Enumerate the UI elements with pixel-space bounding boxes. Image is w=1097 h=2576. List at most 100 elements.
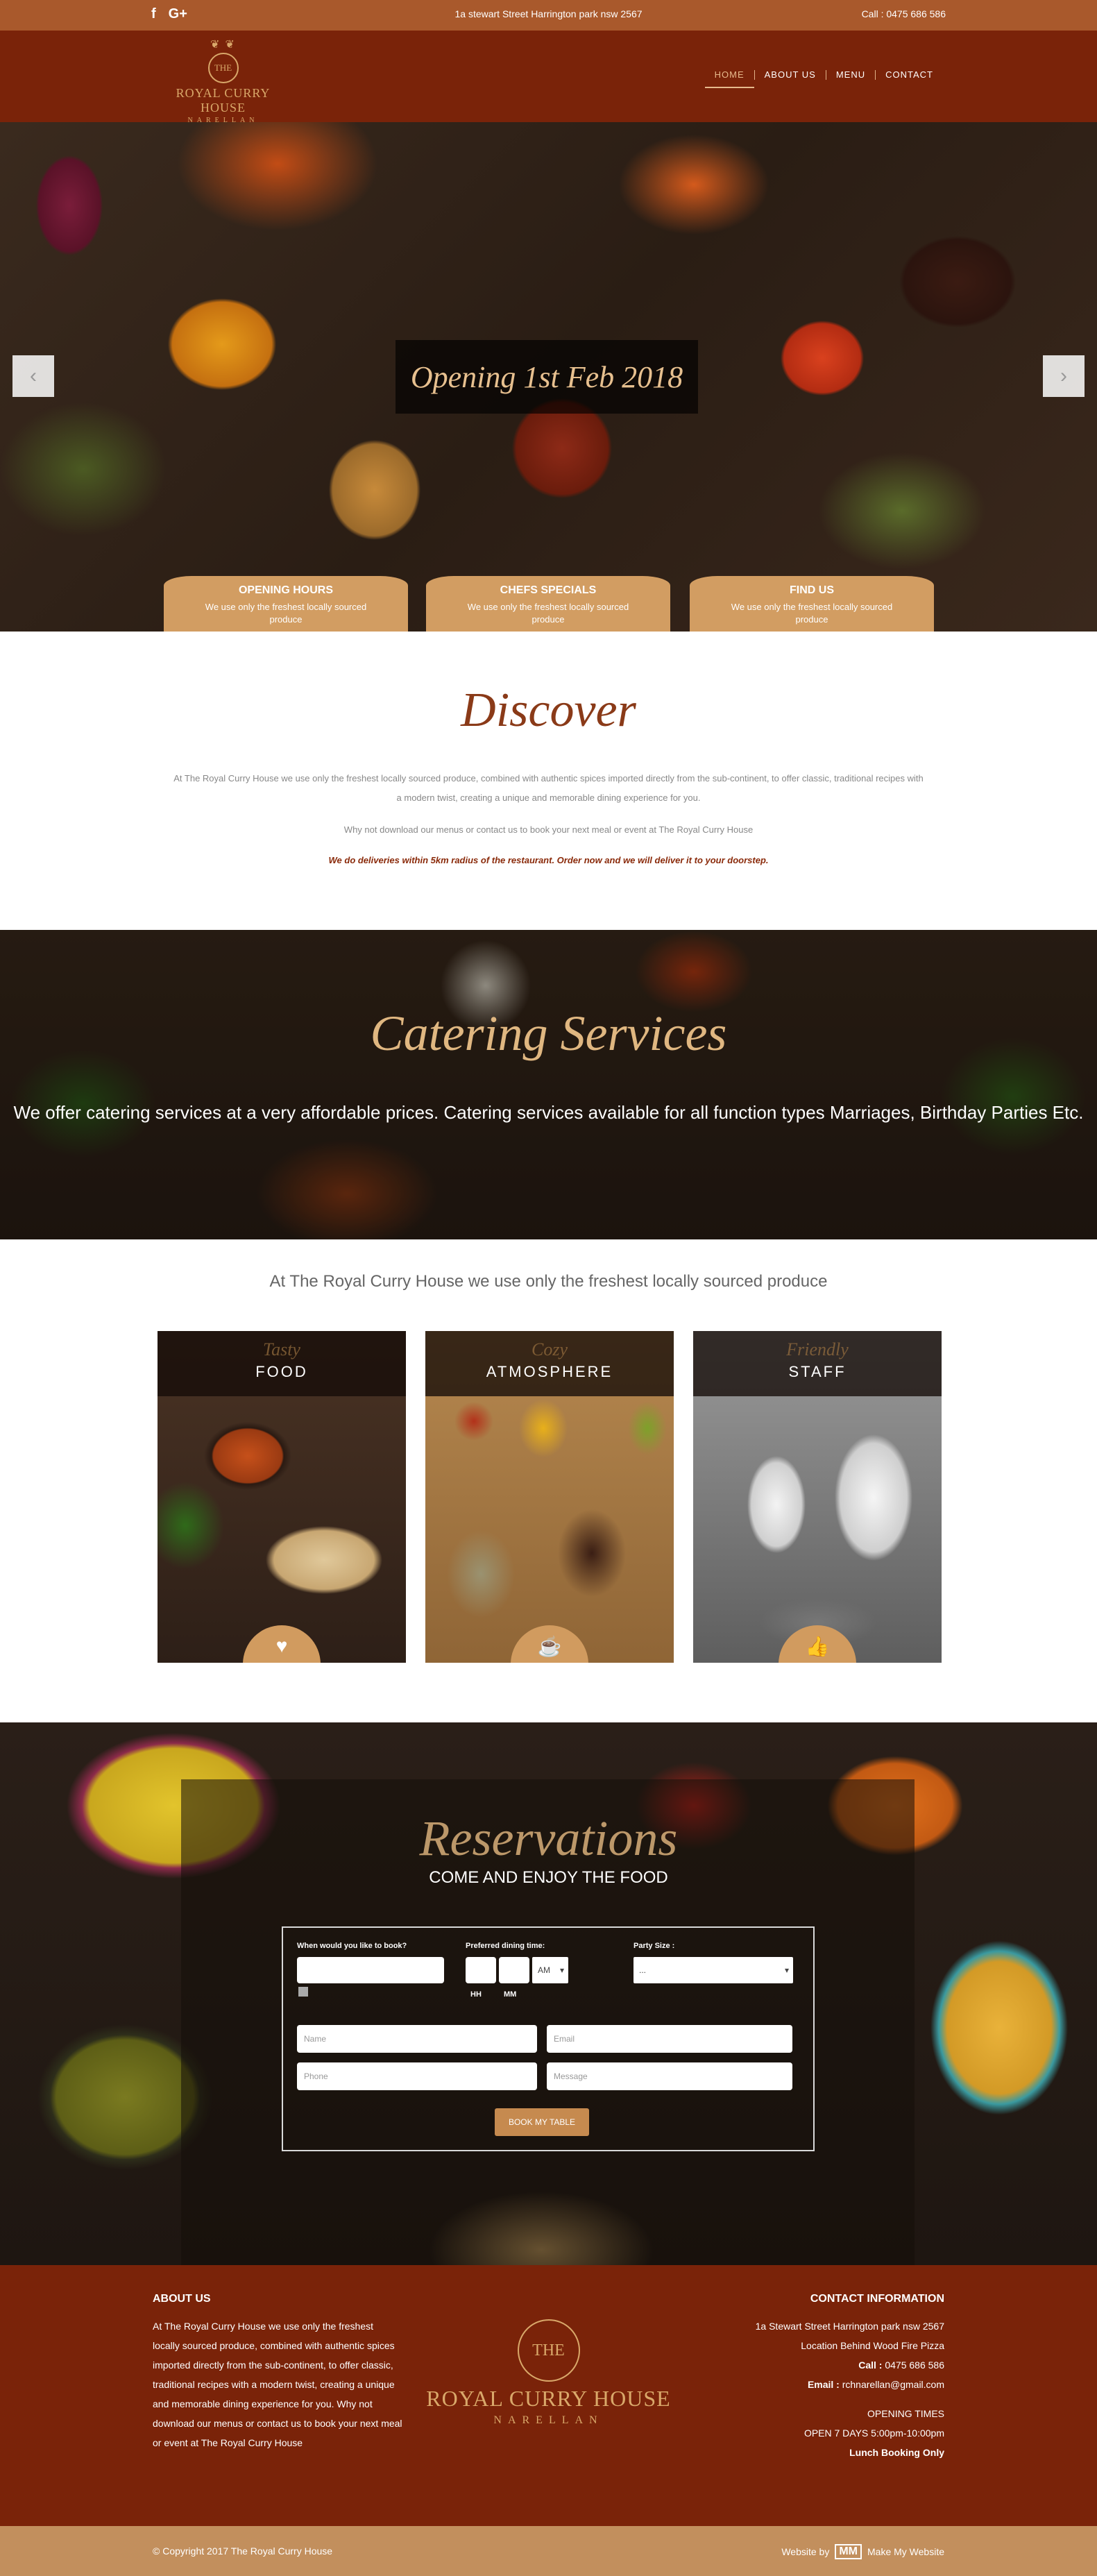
hero-tab-desc: We use only the freshest locally sourced… [205,602,367,625]
footer-logo-name: ROYAL CURRY HOUSE [426,2386,671,2411]
contact-email-label: Email : [807,2379,840,2390]
ampm-select[interactable]: AM ▾ [532,1957,568,1983]
footer-about-text: At The Royal Curry House we use only the… [153,2321,402,2448]
discover-delivery-note: We do deliveries within 5km radius of th… [328,855,769,865]
catering-title: Catering Services [370,1006,727,1061]
reservations-section: Reservations COME AND ENJOY THE FOOD Whe… [0,1722,1097,2265]
message-placeholder: Message [554,2071,588,2081]
date-label: When would you like to book? [297,1942,407,1950]
reservations-title: Reservations [419,1811,678,1866]
phone-placeholder: Phone [304,2071,328,2081]
slider-next-button[interactable]: › [1043,355,1085,397]
card-label: FOOD [255,1363,308,1380]
discover-cta: Why not download our menus or contact us… [343,824,754,835]
card-badge: ☕ [511,1625,588,1663]
contact-email-value[interactable]: rchnarellan@gmail.com [840,2379,944,2390]
hero-tab-title: CHEFS SPECIALS [500,584,597,596]
nav-home[interactable]: HOME [704,69,754,88]
hero-tab-chefs-specials[interactable]: CHEFS SPECIALS We use only the freshest … [426,576,670,632]
catering-section: Catering Services We offer catering serv… [0,930,1097,1239]
card-label: STAFF [788,1363,847,1380]
lunch-booking-note: Lunch Booking Only [849,2447,944,2458]
feature-card-atmosphere[interactable]: Cozy ATMOSPHERE ☕ [425,1331,674,1663]
contact-phone: Call : 0475 686 586 [695,2355,944,2375]
contact-phone-label: Call : [858,2359,883,2371]
hero-tab-opening-hours[interactable]: OPENING HOURS We use only the freshest l… [164,576,408,632]
logo-emblem: THE [207,53,239,83]
card-script: Friendly [786,1339,849,1359]
card-badge: 👍 [779,1625,856,1663]
chevron-down-icon: ▾ [784,1965,789,1975]
card-script: Cozy [532,1339,568,1359]
feature-card-food[interactable]: Tasty FOOD ♥ [158,1331,406,1663]
make-my-website-logo: MM [835,2544,862,2559]
site-logo[interactable]: ❦ ❦ THE ROYAL CURRY HOUSE NARELLAN [155,37,291,124]
name-input[interactable]: Name [297,2025,537,2053]
nav-contact[interactable]: CONTACT [876,69,943,80]
discover-intro: At The Royal Curry House we use only the… [173,773,924,803]
card-script: Tasty [263,1339,300,1359]
catering-text: We offer catering services at a very aff… [13,1102,1084,1123]
contact-email: Email : rchnarellan@gmail.com [695,2375,944,2394]
slider-prev-button[interactable]: ‹ [12,355,54,397]
hour-input[interactable] [466,1957,496,1983]
hero-tab-desc: We use only the freshest locally sourced… [731,602,893,625]
top-bar: f G+ 1a stewart Street Harrington park n… [0,0,1097,31]
chevron-down-icon: ▾ [559,1965,564,1975]
hero-tab-find-us[interactable]: FIND US We use only the freshest locally… [690,576,934,632]
footer-logo-subtitle: NARELLAN [493,2414,604,2426]
message-input[interactable]: Message [547,2062,792,2090]
hero-tab-desc: We use only the freshest locally sourced… [467,602,629,625]
reservations-subtitle: COME AND ENJOY THE FOOD [429,1868,668,1887]
footer-logo[interactable]: THE ROYAL CURRY HOUSE NARELLAN [425,2319,672,2439]
ampm-value: AM [538,1965,550,1975]
heart-icon: ♥ [275,1635,288,1656]
site-header: ❦ ❦ THE ROYAL CURRY HOUSE NARELLAN HOME … [0,31,1097,124]
date-input[interactable] [297,1957,444,1983]
card-badge: ♥ [243,1625,321,1663]
email-placeholder: Email [554,2034,575,2044]
credit-name: Make My Website [867,2546,944,2557]
nav-menu[interactable]: MENU [826,69,875,80]
contact-location: Location Behind Wood Fire Pizza [801,2340,944,2351]
opening-times-title: OPENING TIMES [867,2408,944,2419]
footer-about-title: ABOUT US [153,2293,211,2305]
footer-contact: 1a Stewart Street Harrington park nsw 25… [695,2316,944,2462]
hour-label: HH [470,1990,482,1999]
credit-prefix: Website by [781,2546,830,2557]
copyright-text: © Copyright 2017 The Royal Curry House [153,2545,333,2557]
book-table-button[interactable]: BOOK MY TABLE [495,2108,589,2136]
party-size-select[interactable]: ... ▾ [633,1957,793,1983]
name-placeholder: Name [304,2034,327,2044]
calendar-icon[interactable] [298,1987,308,1997]
site-credit[interactable]: Website by MM Make My Website [781,2544,944,2559]
contact-address: 1a Stewart Street Harrington park nsw 25… [755,2321,944,2332]
minute-label: MM [504,1990,517,1999]
catering-overlay [0,930,1097,1239]
logo-name: ROYAL CURRY HOUSE [176,86,271,115]
main-nav: HOME ABOUT US MENU CONTACT [704,69,943,88]
feature-card-staff[interactable]: Friendly STAFF 👍 [693,1331,942,1663]
minute-input[interactable] [499,1957,529,1983]
hero-tab-title: OPENING HOURS [238,584,333,596]
thumbs-up-icon: 👍 [805,1636,830,1657]
hero-tab-title: FIND US [790,584,834,596]
email-input[interactable]: Email [547,2025,792,2053]
logo-crown-icon: ❦ ❦ [210,39,236,51]
discover-title: Discover [461,684,636,737]
card-label: ATMOSPHERE [486,1363,613,1380]
nav-about-us[interactable]: ABOUT US [755,69,826,80]
bottom-bar: © Copyright 2017 The Royal Curry House W… [0,2526,1097,2576]
produce-title: At The Royal Curry House we use only the… [269,1272,828,1291]
party-size-value: ... [639,1965,647,1975]
reservation-form: When would you like to book? Preferred d… [282,1926,815,2151]
top-phone: Call : 0475 686 586 [861,8,946,19]
footer-contact-title: CONTACT INFORMATION [810,2293,944,2305]
phone-input[interactable]: Phone [297,2062,537,2090]
coffee-cup-icon: ☕ [537,1636,562,1657]
footer-logo-emblem: THE [517,2319,580,2382]
hero-caption: Opening 1st Feb 2018 [396,340,698,414]
discover-section: Discover At The Royal Curry House we use… [0,632,1097,930]
opening-times: OPEN 7 DAYS 5:00pm-10:00pm [803,2427,944,2439]
contact-phone-value[interactable]: 0475 686 586 [882,2359,944,2371]
